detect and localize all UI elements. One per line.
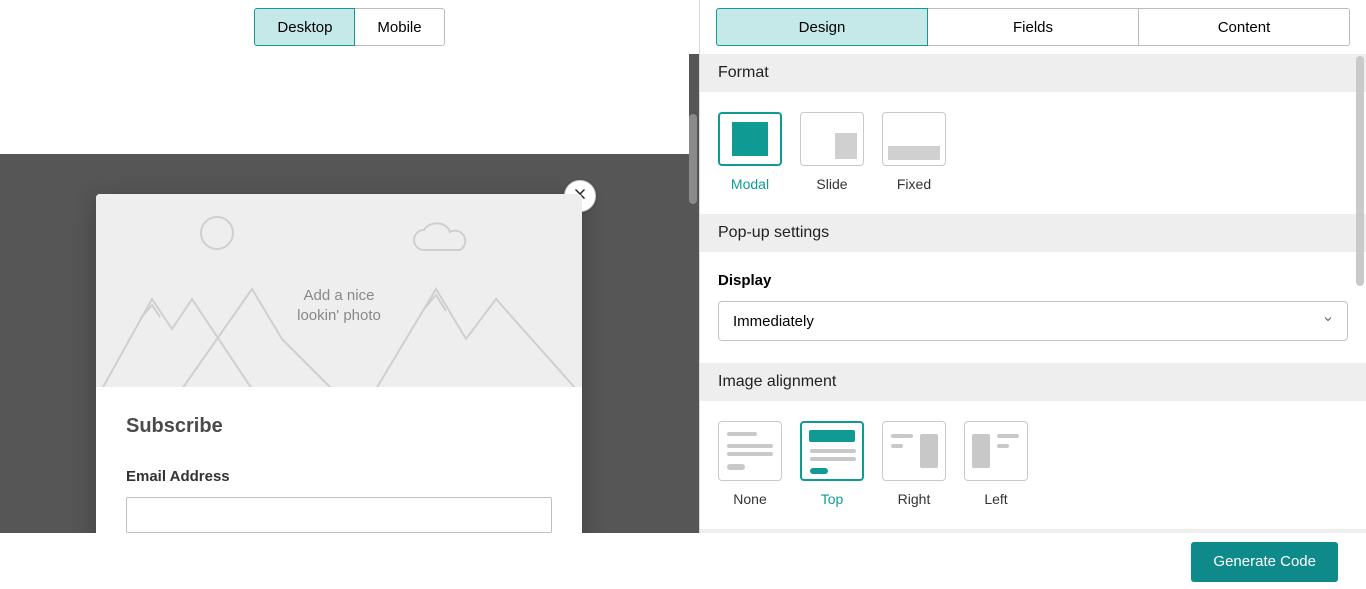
config-panel: Format Modal Slide Fixed [700, 54, 1366, 533]
image-align-left[interactable]: Left [964, 421, 1028, 507]
generate-code-button[interactable]: Generate Code [1191, 542, 1338, 582]
format-option-slide[interactable]: Slide [800, 112, 864, 192]
photo-placeholder[interactable]: Add a nice lookin' photo [96, 194, 582, 387]
preview-tab-mobile[interactable]: Mobile [355, 8, 444, 46]
popup-preview: Add a nice lookin' photo Subscribe Email… [96, 194, 582, 533]
display-label: Display [718, 272, 1348, 289]
section-image-align-header: Image alignment [700, 363, 1366, 401]
format-option-fixed[interactable]: Fixed [882, 112, 946, 192]
image-align-none[interactable]: None [718, 421, 782, 507]
image-align-right[interactable]: Right [882, 421, 946, 507]
photo-placeholder-text: Add a nice lookin' photo [96, 286, 582, 327]
section-popup-header: Pop-up settings [700, 214, 1366, 252]
preview-tab-desktop[interactable]: Desktop [254, 8, 355, 46]
format-option-modal[interactable]: Modal [718, 112, 782, 192]
config-scrollbar[interactable] [1356, 56, 1364, 286]
email-field[interactable] [126, 497, 552, 533]
email-label: Email Address [126, 468, 552, 485]
tab-content[interactable]: Content [1139, 8, 1350, 46]
tab-design[interactable]: Design [716, 8, 928, 46]
section-format-header: Format [700, 54, 1366, 92]
popup-heading: Subscribe [126, 415, 552, 438]
preview-tab-bar: Desktop Mobile [0, 0, 699, 54]
cloud-icon [406, 222, 476, 263]
section-field-labels-header: Field labels [700, 529, 1366, 533]
display-select[interactable]: Immediately [718, 301, 1348, 341]
image-align-top[interactable]: Top [800, 421, 864, 507]
tab-fields[interactable]: Fields [928, 8, 1139, 46]
config-tab-bar: Design Fields Content [700, 0, 1366, 54]
sun-icon [200, 216, 234, 250]
preview-scrollbar[interactable] [689, 114, 697, 204]
preview-stage: Add a nice lookin' photo Subscribe Email… [0, 54, 699, 533]
footer: Generate Code [0, 533, 1366, 589]
